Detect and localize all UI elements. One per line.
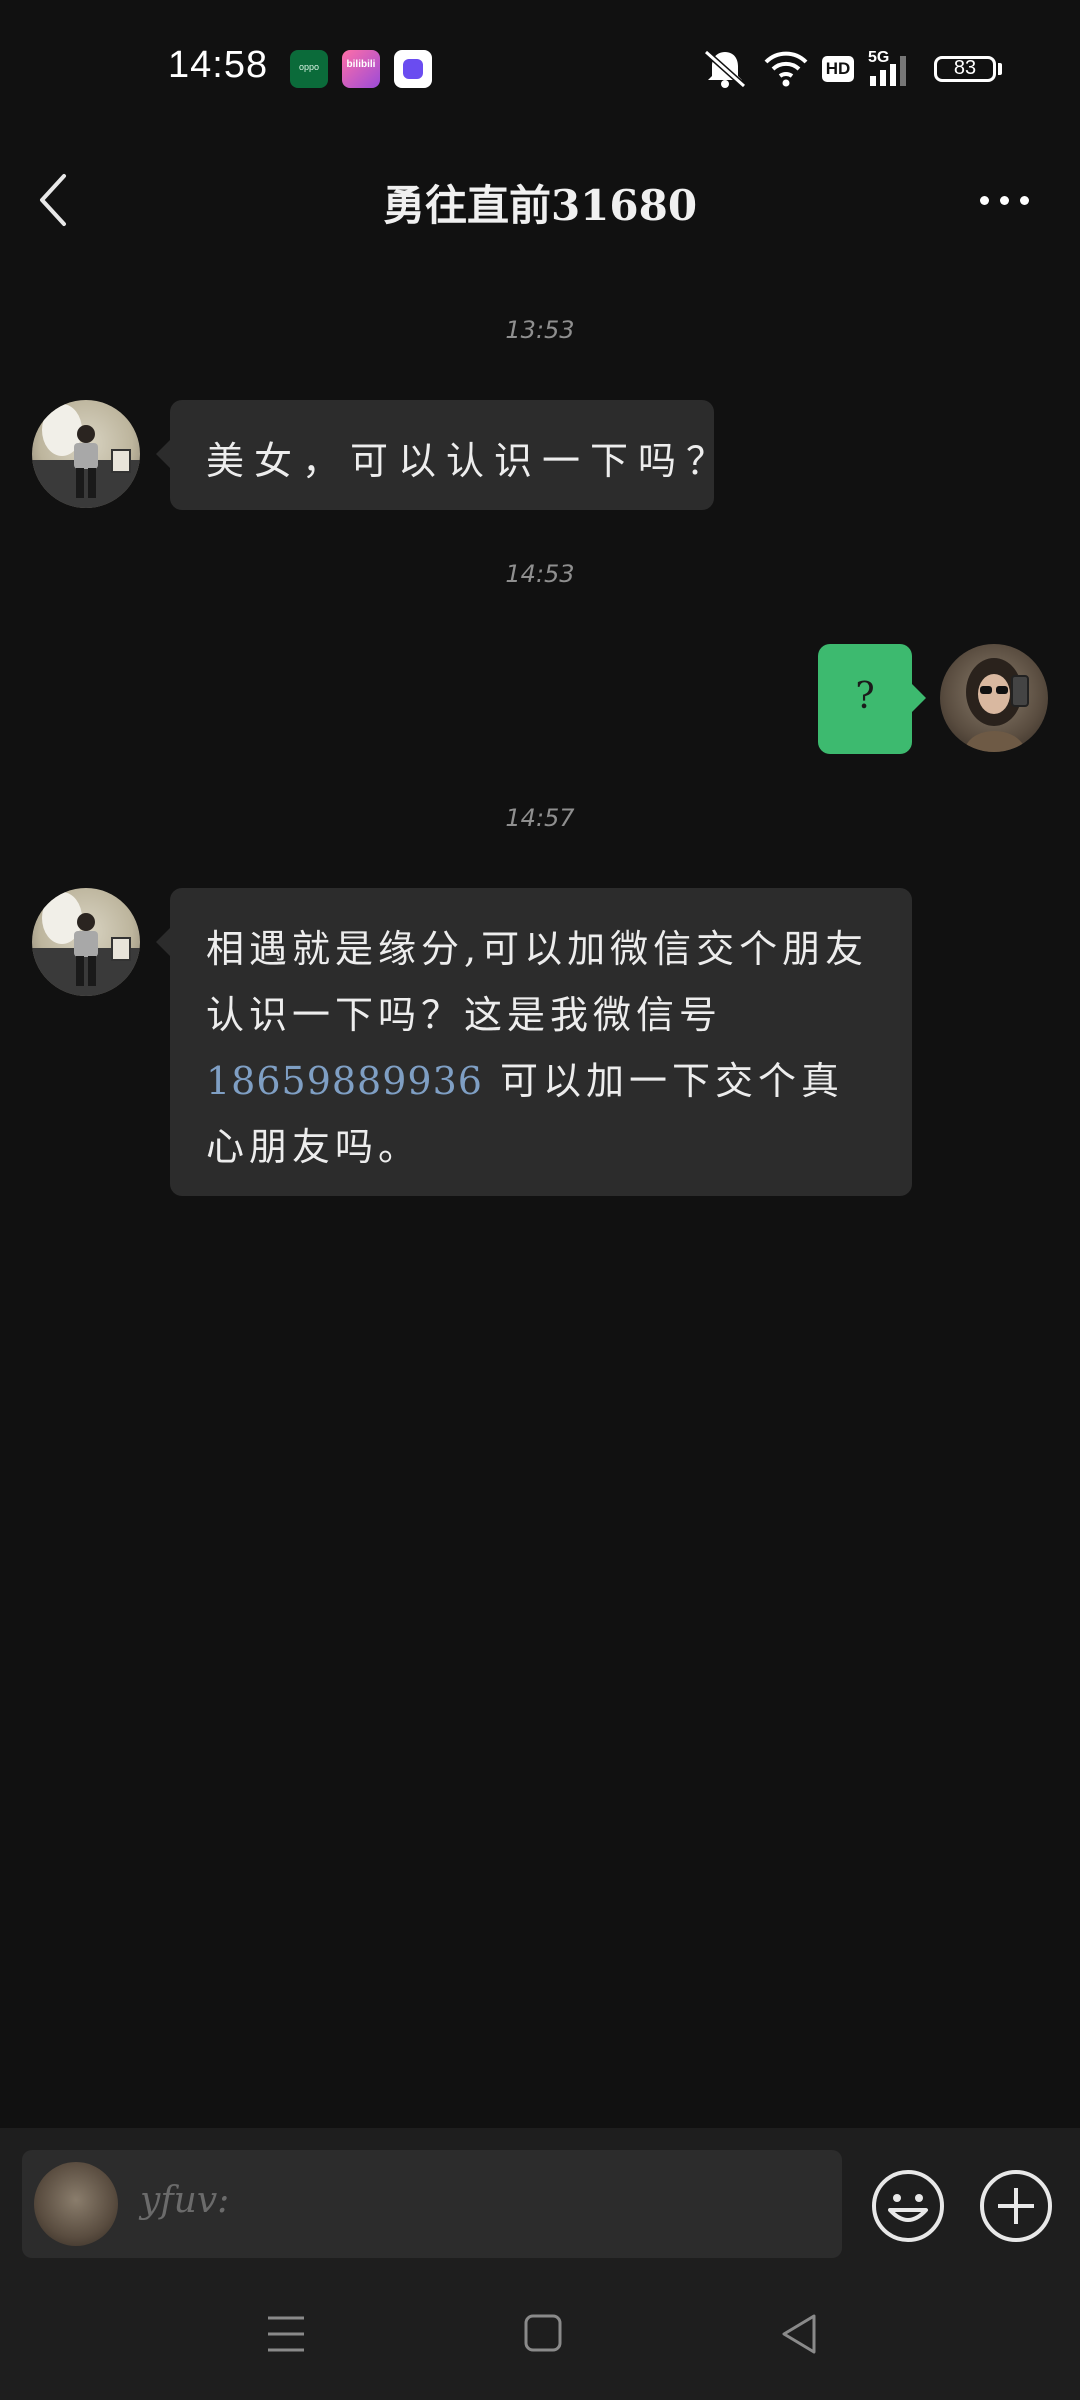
more-options-button[interactable] <box>970 180 1040 220</box>
emoji-icon[interactable] <box>870 2168 946 2244</box>
bilibili-app-icon: bilibili <box>342 50 380 88</box>
chat-screen: 14:58 oppo bilibili HD 5G 83 勇往直前31680 1… <box>0 0 1080 2400</box>
back-triangle-icon[interactable] <box>770 2304 830 2364</box>
battery-level: 83 <box>953 57 977 79</box>
title-bar: 勇往直前31680 <box>0 150 1080 250</box>
wifi-icon <box>764 51 808 87</box>
purple-app-icon <box>394 50 432 88</box>
incoming-message-bubble[interactable]: 美女，可以认识一下吗？ <box>156 400 724 510</box>
hd-voice-badge: HD <box>822 56 854 82</box>
chat-title: 勇往直前31680 <box>382 181 698 230</box>
outgoing-message-bubble[interactable]: ? <box>818 644 926 754</box>
message-timestamp: 14:53 <box>505 560 575 588</box>
phone-number-link[interactable]: 18659889936 <box>206 1059 483 1103</box>
menu-icon[interactable] <box>256 2304 316 2364</box>
input-avatar <box>34 2162 118 2246</box>
oppo-app-icon: oppo <box>290 50 328 88</box>
svg-text:5G: 5G <box>868 49 889 66</box>
signal-5g-icon: 5G <box>868 49 906 86</box>
back-arrow-icon[interactable] <box>30 170 90 230</box>
status-time: 14:58 <box>168 44 269 86</box>
message-input-box[interactable]: yfuv: <box>22 2150 842 2258</box>
message-timestamp: 14:57 <box>505 804 575 832</box>
message-timestamp: 13:53 <box>505 316 575 344</box>
incoming-message-bubble[interactable]: 相遇就是缘分,可以加微信交个朋友认识一下吗？这是我微信号 18659889936 … <box>156 888 912 1196</box>
bell-muted-icon <box>703 49 747 89</box>
my-avatar[interactable] <box>940 644 1048 752</box>
contact-avatar[interactable] <box>32 400 140 508</box>
contact-avatar[interactable] <box>32 888 140 996</box>
message-text: 相遇就是缘分,可以加微信交个朋友认识一下吗？这是我微信号 <box>206 927 869 1037</box>
battery-nub <box>998 63 1002 75</box>
home-square-icon[interactable] <box>512 2304 572 2364</box>
system-nav-bar <box>0 2268 1080 2400</box>
status-bar: 14:58 oppo bilibili HD 5G 83 <box>0 0 1080 130</box>
message-input[interactable]: yfuv: <box>140 2180 820 2221</box>
battery-icon: 83 <box>934 56 996 82</box>
plus-icon[interactable] <box>978 2168 1054 2244</box>
